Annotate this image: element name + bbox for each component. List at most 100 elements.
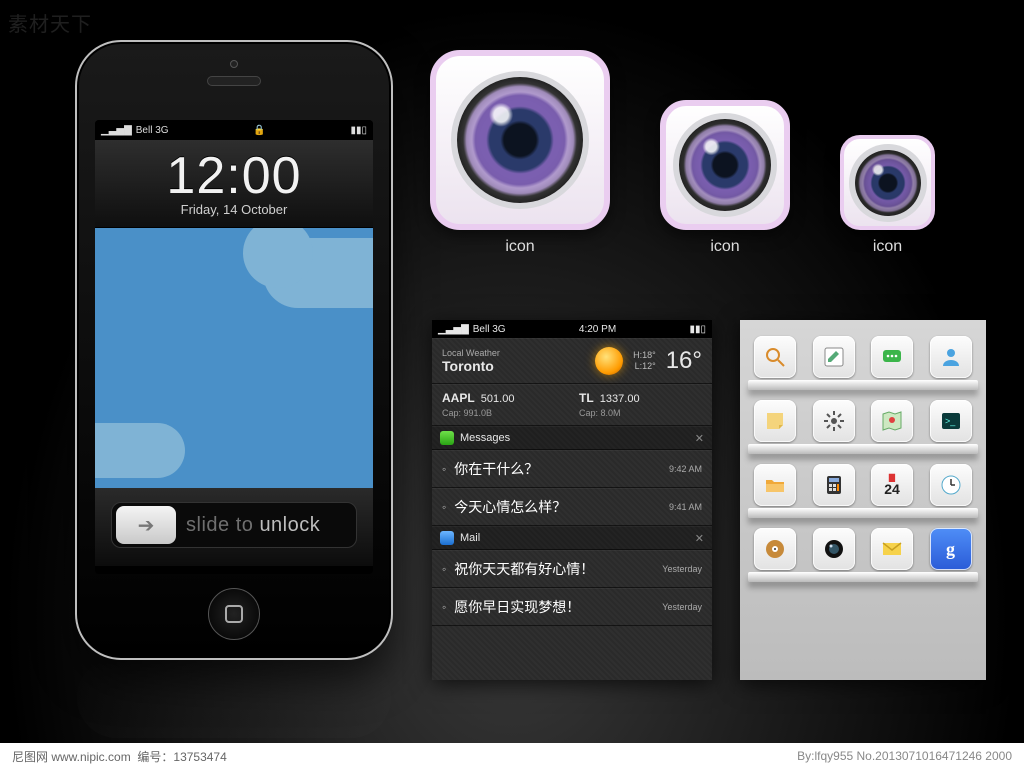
weather-high: H:18° (633, 350, 656, 361)
weather-city: Toronto (442, 358, 494, 374)
weather-low: L:12° (633, 361, 656, 372)
messages-icon (440, 431, 454, 445)
battery-icon: ▮▮▯ (690, 324, 707, 335)
earpiece-speaker (207, 76, 261, 86)
bullet-icon: ◦ (442, 462, 446, 476)
person-icon (939, 345, 963, 369)
cloud-icon (263, 238, 373, 308)
message-text: 你在干什么？ (454, 459, 661, 479)
image-id: 13753474 (173, 750, 226, 764)
app-settings[interactable] (813, 400, 855, 442)
author-credit: By:lfqy955 No.2013071016471246 2000 (797, 749, 1012, 763)
stock-cap: Cap: 8.0M (579, 408, 621, 418)
cloud-icon (95, 423, 185, 478)
carrier-label: Bell 3G (136, 125, 169, 136)
icon-label: icon (710, 238, 739, 256)
clock-icon (939, 473, 963, 497)
home-button[interactable] (208, 588, 260, 640)
camera-lens-icon (679, 119, 771, 211)
slide-label: slide to unlock (186, 514, 320, 537)
pencil-note-icon (822, 345, 846, 369)
mail-text: 祝你天天都有好心情！ (454, 559, 654, 579)
status-bar: ▁▃▅▇ Bell 3G 🔒 ▮▮▯ (95, 120, 373, 140)
mail-item[interactable]: ◦ 祝你天天都有好心情！ Yesterday (432, 550, 712, 588)
close-icon[interactable]: ✕ (695, 532, 704, 545)
camera-lens-icon (855, 150, 921, 216)
lock-clock: 12:00 (105, 146, 363, 206)
id-label: 编号： (137, 750, 173, 764)
app-google[interactable]: g (930, 528, 972, 570)
svg-text:>_: >_ (945, 416, 956, 426)
sticky-note-icon (763, 409, 787, 433)
app-camera[interactable] (813, 528, 855, 570)
app-shelf: g (754, 528, 972, 570)
app-terminal[interactable]: >_ (930, 400, 972, 442)
message-item[interactable]: ◦ 今天心情怎么样？ 9:41 AM (432, 488, 712, 526)
app-music[interactable] (754, 528, 796, 570)
disc-icon (763, 537, 787, 561)
camera-icon-row: icon icon icon (430, 50, 935, 256)
magnifier-icon (763, 345, 787, 369)
app-clock[interactable] (930, 464, 972, 506)
stock-symbol: AAPL (442, 391, 475, 405)
app-shelf: >_ (754, 400, 972, 442)
app-notes[interactable] (813, 336, 855, 378)
app-sticky-notes[interactable] (754, 400, 796, 442)
mail-time: Yesterday (662, 564, 702, 574)
app-search[interactable] (754, 336, 796, 378)
slider-knob[interactable]: ➔ (116, 506, 176, 544)
camera-lens-icon (457, 77, 583, 203)
section-title: Messages (460, 432, 510, 444)
messages-section-header: Messages ✕ (432, 426, 712, 450)
camera-app-icon-medium[interactable]: icon (660, 100, 790, 256)
icon-label: icon (505, 238, 534, 256)
lock-screen: ▁▃▅▇ Bell 3G 🔒 ▮▮▯ 12:00 Friday, 14 Octo… (95, 120, 373, 574)
camera-app-icon-large[interactable]: icon (430, 50, 610, 256)
app-files[interactable] (754, 464, 796, 506)
section-title: Mail (460, 532, 480, 544)
lock-icon: 🔒 (253, 125, 265, 136)
app-shelf: ▇24 (754, 464, 972, 506)
message-item[interactable]: ◦ 你在干什么？ 9:42 AM (432, 450, 712, 488)
signal-icon: ▁▃▅▇ (438, 324, 469, 335)
app-chat[interactable] (871, 336, 913, 378)
close-icon[interactable]: ✕ (695, 432, 704, 445)
mail-time: Yesterday (662, 602, 702, 612)
message-time: 9:41 AM (669, 502, 702, 512)
front-camera-dot (230, 60, 238, 68)
site-label: 尼图网 www.nipic.com (12, 750, 131, 764)
footer-bar: 尼图网 www.nipic.com 编号：13753474 By:lfqy955… (0, 743, 1024, 769)
app-contact[interactable] (930, 336, 972, 378)
weather-subtitle: Local Weather (442, 348, 585, 358)
bullet-icon: ◦ (442, 600, 446, 614)
message-time: 9:42 AM (669, 464, 702, 474)
terminal-icon: >_ (939, 409, 963, 433)
mail-item[interactable]: ◦ 愿你早日实现梦想！ Yesterday (432, 588, 712, 626)
camera-app-icon-small[interactable]: icon (840, 135, 935, 256)
mail-text: 愿你早日实现梦想！ (454, 597, 654, 617)
calculator-icon (822, 473, 846, 497)
camera-icon (822, 537, 846, 561)
envelope-icon (880, 537, 904, 561)
app-maps[interactable] (871, 400, 913, 442)
bullet-icon: ◦ (442, 500, 446, 514)
app-shelf (754, 336, 972, 378)
message-text: 今天心情怎么样？ (454, 497, 661, 517)
wallpaper-clouds (95, 228, 373, 488)
watermark-top-left: 素材天下 (8, 8, 92, 37)
weather-widget[interactable]: Local WeatherToronto H:18°L:12° 16° (432, 338, 712, 384)
calendar-day: 24 (884, 482, 900, 496)
app-calendar[interactable]: ▇24 (871, 464, 913, 506)
bullet-icon: ◦ (442, 562, 446, 576)
stock-price: 1337.00 (600, 393, 640, 405)
icon-label: icon (873, 238, 902, 256)
home-screen-panel: >_ ▇24 g (740, 320, 986, 680)
app-calculator[interactable] (813, 464, 855, 506)
mail-icon (440, 531, 454, 545)
slide-to-unlock[interactable]: ➔ slide to unlock (111, 502, 357, 548)
app-mail[interactable] (871, 528, 913, 570)
stocks-widget[interactable]: AAPL 501.00Cap: 991.0B TL 1337.00Cap: 8.… (432, 384, 712, 426)
folder-icon (763, 473, 787, 497)
carrier-label: Bell 3G (473, 324, 506, 335)
google-g-icon: g (946, 539, 955, 560)
